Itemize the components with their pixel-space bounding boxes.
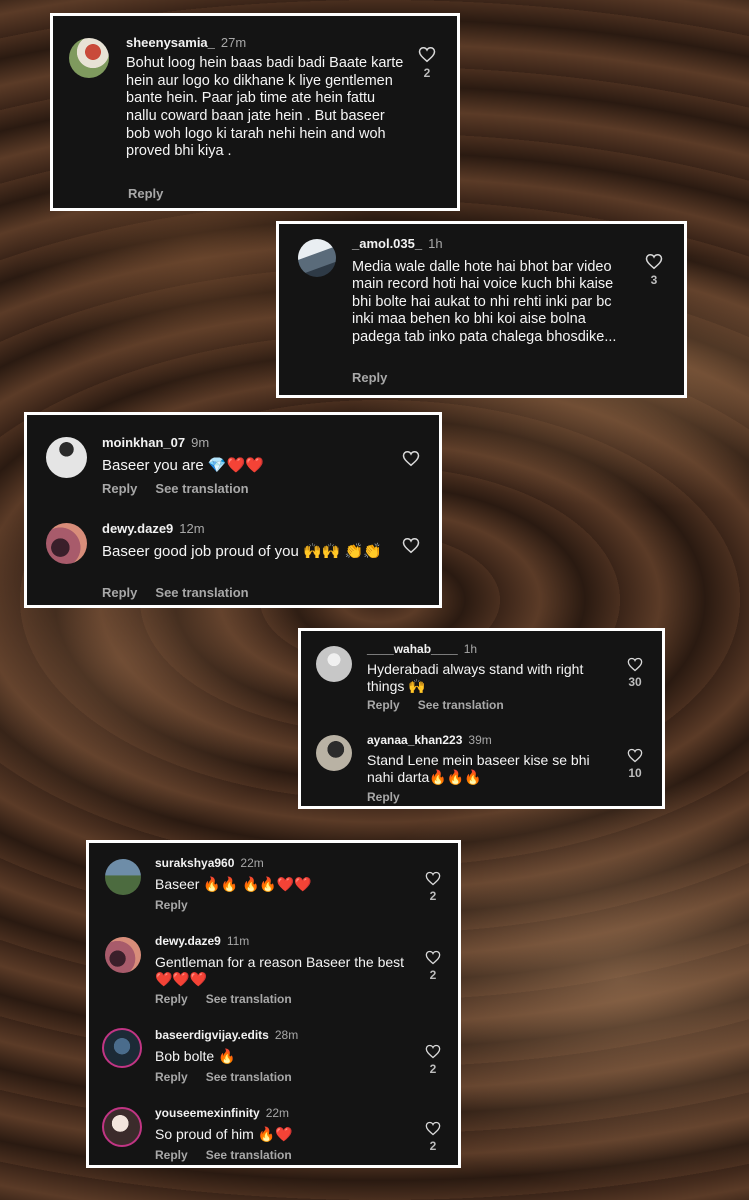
reply-button[interactable]: Reply [155, 898, 188, 912]
reply-button[interactable]: Reply [352, 370, 387, 385]
user-avatar[interactable] [102, 1028, 142, 1068]
comment-actions: Reply See translation [155, 1070, 292, 1084]
username[interactable]: dewy.daze9 11m [155, 934, 249, 948]
heart-outline-icon [425, 871, 441, 886]
heart-outline-icon [425, 950, 441, 965]
timestamp: 9m [191, 435, 210, 450]
user-avatar[interactable] [46, 523, 87, 564]
like-count: 2 [429, 1139, 437, 1153]
timestamp: 1h [428, 236, 443, 251]
reply-button[interactable]: Reply [155, 992, 188, 1006]
comment-actions: Reply See translation [102, 481, 249, 496]
heart-outline-icon [425, 1121, 441, 1136]
reply-button[interactable]: Reply [367, 790, 400, 804]
comment-card-2: _amol.035_ 1h Media wale dalle hote hai b… [276, 221, 687, 398]
like-count: 30 [628, 675, 642, 689]
heart-outline-icon [425, 1044, 441, 1059]
comment-actions: Reply See translation [102, 585, 249, 600]
username[interactable]: sheenysamia_ 27m [126, 35, 246, 50]
like-count: 2 [429, 1062, 437, 1076]
comment-actions: Reply See translation [155, 992, 292, 1006]
see-translation-button[interactable]: See translation [206, 1070, 292, 1084]
username[interactable]: youseemexinfinity 22m [155, 1106, 289, 1120]
username[interactable]: surakshya960 22m [155, 856, 264, 870]
username[interactable]: _amol.035_ 1h [352, 236, 443, 251]
comment-actions: Reply See translation [367, 698, 504, 712]
comment-text: Baseer 🔥🔥 🔥🔥❤️❤️ [155, 876, 312, 892]
timestamp: 39m [468, 733, 492, 747]
like-count: 2 [423, 66, 431, 80]
user-avatar[interactable] [69, 38, 109, 78]
like-button[interactable] [399, 450, 423, 467]
comment-text: Bohut loog hein baas badi badi Baate kar… [126, 55, 404, 160]
comment-text: Hyderabadi always stand with right thing… [367, 661, 584, 694]
like-button[interactable]: 2 [421, 1044, 445, 1076]
comment-text: Media wale dalle hote hai bhot bar video… [352, 259, 617, 345]
see-translation-button[interactable]: See translation [206, 1148, 292, 1162]
user-avatar[interactable] [316, 646, 352, 682]
like-button[interactable] [399, 537, 423, 554]
see-translation-button[interactable]: See translation [155, 481, 248, 496]
comment-text: Baseer you are 💎❤️❤️ [102, 457, 264, 474]
reply-button[interactable]: Reply [367, 698, 400, 712]
timestamp: 22m [265, 1106, 290, 1120]
heart-outline-icon [627, 748, 643, 763]
timestamp: 1h [463, 642, 478, 656]
comment-text: Gentleman for a reason Baseer the best ❤… [155, 954, 405, 987]
timestamp: 12m [179, 521, 205, 536]
comment-card-3: moinkhan_07 9m Baseer you are 💎❤️❤️ Reply… [24, 412, 442, 608]
like-button[interactable]: 3 [642, 253, 666, 287]
heart-outline-icon [627, 657, 643, 672]
username[interactable]: ____wahab____ 1h [367, 642, 477, 656]
comment-card-1: sheenysamia_ 27m Bohut loog hein baas bad… [50, 13, 460, 211]
comment-actions: Reply See translation [155, 1148, 292, 1162]
username[interactable]: baseerdigvijay.edits 28m [155, 1028, 298, 1042]
reply-button[interactable]: Reply [128, 186, 163, 201]
like-button[interactable]: 2 [421, 871, 445, 903]
reply-button[interactable]: Reply [155, 1070, 188, 1084]
user-avatar[interactable] [46, 437, 87, 478]
username[interactable]: dewy.daze9 12m [102, 521, 205, 536]
timestamp: 27m [220, 35, 247, 50]
comment-actions: Reply [128, 186, 163, 201]
user-avatar[interactable] [298, 239, 336, 277]
like-button[interactable]: 2 [421, 1121, 445, 1153]
comment-text: Bob bolte 🔥 [155, 1048, 236, 1064]
see-translation-button[interactable]: See translation [206, 992, 292, 1006]
timestamp: 11m [226, 934, 250, 948]
user-avatar[interactable] [102, 1107, 142, 1147]
like-button[interactable]: 10 [623, 748, 647, 780]
user-avatar[interactable] [316, 735, 352, 771]
heart-outline-icon [418, 46, 436, 63]
like-count: 3 [650, 273, 658, 287]
username[interactable]: ayanaa_khan223 39m [367, 733, 492, 747]
like-button[interactable]: 30 [623, 657, 647, 689]
comment-actions: Reply [367, 790, 400, 804]
comment-actions: Reply [352, 370, 387, 385]
heart-outline-icon [402, 537, 420, 554]
heart-outline-icon [402, 450, 420, 467]
like-count: 10 [628, 766, 642, 780]
comment-card-5: surakshya960 22m Baseer 🔥🔥 🔥🔥❤️❤️ Reply 2… [86, 840, 461, 1168]
comment-text: Stand Lene mein baseer kise se bhi nahi … [367, 752, 590, 785]
heart-outline-icon [645, 253, 663, 270]
comment-text: So proud of him 🔥❤️ [155, 1126, 293, 1142]
see-translation-button[interactable]: See translation [155, 585, 248, 600]
reply-button[interactable]: Reply [155, 1148, 188, 1162]
like-button[interactable]: 2 [415, 46, 439, 80]
see-translation-button[interactable]: See translation [418, 698, 504, 712]
username[interactable]: moinkhan_07 9m [102, 435, 209, 450]
timestamp: 28m [274, 1028, 299, 1042]
comment-text: Baseer good job proud of you 🙌🙌 👏👏 [102, 543, 382, 560]
like-count: 2 [429, 968, 437, 982]
user-avatar[interactable] [105, 859, 141, 895]
like-button[interactable]: 2 [421, 950, 445, 982]
comment-card-4: ____wahab____ 1h Hyderabadi always stand … [298, 628, 665, 809]
like-count: 2 [429, 889, 437, 903]
timestamp: 22m [240, 856, 264, 870]
comment-actions: Reply [155, 898, 188, 912]
user-avatar[interactable] [105, 937, 141, 973]
reply-button[interactable]: Reply [102, 585, 137, 600]
reply-button[interactable]: Reply [102, 481, 137, 496]
